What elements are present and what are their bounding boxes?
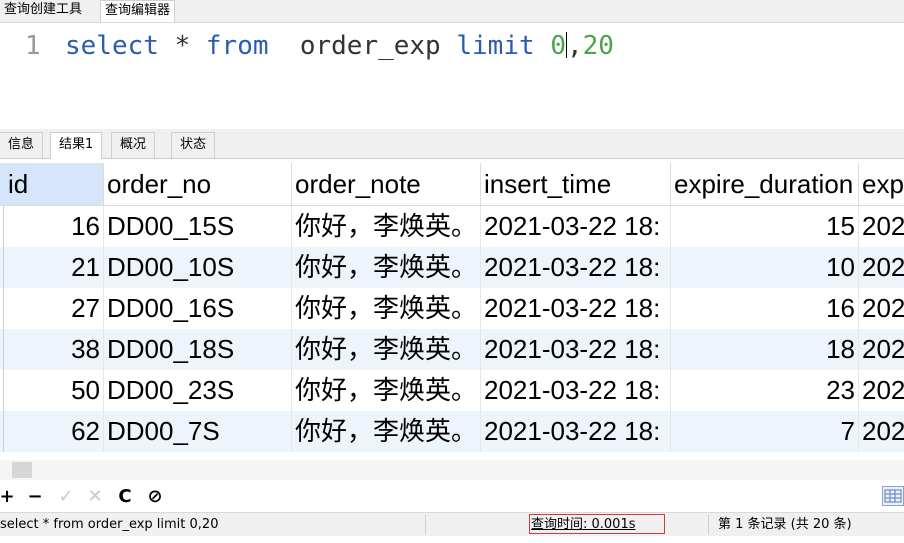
status-query-time: 查询时间: 0.001s: [531, 517, 636, 532]
table-row[interactable]: 50 DD00_23S 你好，李焕英。 2021-03-22 18: 23 20…: [0, 370, 904, 411]
sql-code-line[interactable]: select * from order_exp limit 0,20: [65, 31, 614, 61]
cell-exp[interactable]: 202: [859, 370, 904, 411]
cell-order-no[interactable]: DD00_18S: [104, 329, 292, 370]
cell-expire-duration[interactable]: 10: [671, 247, 859, 288]
page-below: [0, 536, 904, 543]
table-row[interactable]: 21 DD00_10S 你好，李焕英。 2021-03-22 18: 10 20…: [0, 247, 904, 288]
cell-id[interactable]: 62: [0, 411, 104, 452]
table-name: order_exp: [299, 31, 441, 61]
stop-button[interactable]: ⊘: [145, 486, 165, 508]
cell-order-no[interactable]: DD00_7S: [104, 411, 292, 452]
cell-expire-duration[interactable]: 7: [671, 411, 859, 452]
grid-toolbar: + − ✓ ✕ C ⊘: [0, 484, 904, 510]
column-header-expire-duration[interactable]: expire_duration: [671, 163, 859, 206]
delete-record-button[interactable]: −: [25, 486, 45, 508]
column-header-order-note[interactable]: order_note: [292, 163, 481, 206]
tab-info[interactable]: 信息: [0, 132, 44, 158]
cell-order-note[interactable]: 你好，李焕英。: [292, 288, 481, 329]
cell-id[interactable]: 38: [0, 329, 104, 370]
add-record-button[interactable]: +: [0, 486, 17, 508]
cell-id[interactable]: 27: [0, 288, 104, 329]
cell-order-no[interactable]: DD00_15S: [104, 206, 292, 247]
cell-order-note[interactable]: 你好，李焕英。: [292, 370, 481, 411]
cell-order-no[interactable]: DD00_23S: [104, 370, 292, 411]
cell-id[interactable]: 16: [0, 206, 104, 247]
line-number: 1: [25, 31, 41, 61]
status-sql: select * from order_exp limit 0,20: [0, 517, 219, 532]
status-record-info: 第 1 条记录 (共 20 条): [718, 517, 852, 532]
column-header-exp[interactable]: exp: [859, 163, 904, 206]
cell-insert-time[interactable]: 2021-03-22 18:: [481, 288, 671, 329]
keyword-limit: limit: [456, 31, 535, 61]
grid-view-icon[interactable]: [882, 486, 904, 506]
cell-expire-duration[interactable]: 23: [671, 370, 859, 411]
horizontal-scrollbar[interactable]: [0, 460, 904, 480]
cell-order-note[interactable]: 你好，李焕英。: [292, 329, 481, 370]
editor-tabbar: 查询创建工具 查询编辑器: [0, 0, 904, 23]
cell-insert-time[interactable]: 2021-03-22 18:: [481, 247, 671, 288]
column-header-order-no[interactable]: order_no: [104, 163, 292, 206]
cell-order-no[interactable]: DD00_10S: [104, 247, 292, 288]
cell-exp[interactable]: 202: [859, 329, 904, 370]
keyword-select: select: [65, 31, 159, 61]
limit-count: 20: [582, 31, 614, 61]
apply-changes-button[interactable]: ✓: [56, 486, 76, 508]
cell-expire-duration[interactable]: 16: [671, 288, 859, 329]
cell-exp[interactable]: 202: [859, 411, 904, 452]
cell-expire-duration[interactable]: 18: [671, 329, 859, 370]
cell-order-note[interactable]: 你好，李焕英。: [292, 411, 481, 452]
status-divider: [708, 515, 709, 535]
cell-order-note[interactable]: 你好，李焕英。: [292, 206, 481, 247]
tab-query-builder[interactable]: 查询创建工具: [0, 0, 86, 21]
cell-id[interactable]: 50: [0, 370, 104, 411]
status-bar: select * from order_exp limit 0,20 查询时间:…: [0, 512, 904, 537]
column-header-insert-time[interactable]: insert_time: [481, 163, 671, 206]
table-row[interactable]: 38 DD00_18S 你好，李焕英。 2021-03-22 18: 18 20…: [0, 329, 904, 370]
table-row[interactable]: 16 DD00_15S 你好，李焕英。 2021-03-22 18: 15 20…: [0, 206, 904, 247]
cell-id[interactable]: 21: [0, 247, 104, 288]
tab-profile[interactable]: 概况: [111, 132, 156, 158]
status-divider: [425, 515, 426, 535]
cell-insert-time[interactable]: 2021-03-22 18:: [481, 206, 671, 247]
cell-insert-time[interactable]: 2021-03-22 18:: [481, 411, 671, 452]
keyword-from: from: [205, 31, 269, 61]
line-gutter: 1: [0, 23, 60, 125]
column-header-id[interactable]: id: [0, 163, 104, 206]
result-grid[interactable]: id order_no order_note insert_time expir…: [0, 163, 904, 455]
token-star: *: [174, 31, 191, 61]
cell-order-note[interactable]: 你好，李焕英。: [292, 247, 481, 288]
tab-query-editor[interactable]: 查询编辑器: [100, 0, 176, 22]
table-row[interactable]: 27 DD00_16S 你好，李焕英。 2021-03-22 18: 16 20…: [0, 288, 904, 329]
cell-order-no[interactable]: DD00_16S: [104, 288, 292, 329]
cell-exp[interactable]: 202: [859, 247, 904, 288]
cell-insert-time[interactable]: 2021-03-22 18:: [481, 329, 671, 370]
cell-exp[interactable]: 202: [859, 206, 904, 247]
cell-insert-time[interactable]: 2021-03-22 18:: [481, 370, 671, 411]
result-tabbar: 信息 结果1 概况 状态: [0, 129, 904, 159]
tab-status[interactable]: 状态: [171, 132, 216, 158]
scrollbar-thumb[interactable]: [12, 462, 32, 478]
refresh-button[interactable]: C: [115, 486, 135, 508]
discard-changes-button[interactable]: ✕: [85, 486, 105, 508]
limit-offset: 0: [550, 31, 566, 61]
sql-editor[interactable]: 1 select * from order_exp limit 0,20: [0, 23, 904, 125]
cell-expire-duration[interactable]: 15: [671, 206, 859, 247]
token-comma: ,: [566, 31, 583, 61]
cell-exp[interactable]: 202: [859, 288, 904, 329]
tab-result1[interactable]: 结果1: [50, 132, 103, 159]
table-row[interactable]: 62 DD00_7S 你好，李焕英。 2021-03-22 18: 7 202: [0, 411, 904, 452]
